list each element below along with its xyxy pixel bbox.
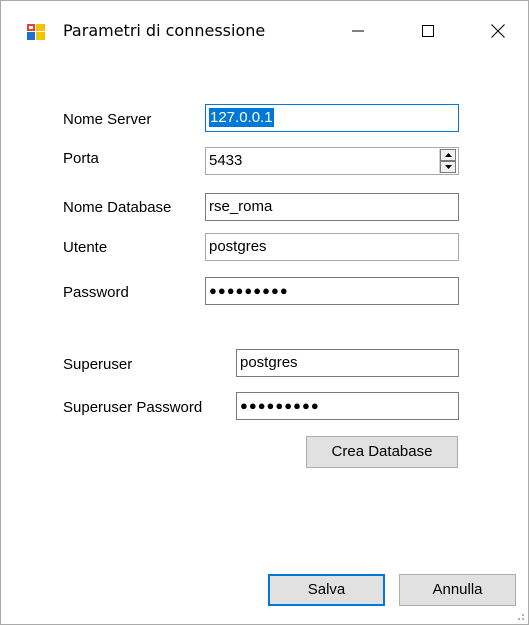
window-title: Parametri di connessione — [63, 21, 266, 40]
superuser-value: postgres — [240, 354, 298, 371]
close-button[interactable] — [475, 13, 521, 49]
superuser-input[interactable]: postgres — [236, 349, 459, 377]
superuser-label: Superuser — [63, 356, 133, 373]
cancel-button[interactable]: Annulla — [399, 574, 516, 606]
minimize-button[interactable] — [335, 13, 381, 49]
app-window-icon — [27, 24, 45, 40]
server-value: 127.0.0.1 — [209, 108, 274, 127]
minimize-icon — [352, 30, 364, 32]
user-input[interactable]: postgres — [205, 233, 459, 261]
port-label: Porta — [63, 150, 99, 167]
maximize-button[interactable] — [405, 13, 451, 49]
save-button[interactable]: Salva — [268, 574, 385, 606]
superuser-password-label: Superuser Password — [63, 399, 203, 416]
title-bar[interactable]: Parametri di connessione — [1, 1, 528, 61]
superuser-password-value: ●●●●●●●●● — [240, 398, 320, 413]
password-value: ●●●●●●●●● — [209, 283, 289, 298]
triangle-down-icon — [444, 165, 452, 169]
spin-down-button[interactable] — [440, 161, 456, 173]
user-label: Utente — [63, 239, 108, 256]
server-input[interactable]: 127.0.0.1 — [205, 104, 459, 132]
connection-dialog: Parametri di connessione Nome Server 127… — [0, 0, 529, 625]
database-value: rse_roma — [209, 198, 273, 215]
triangle-up-icon — [444, 153, 452, 157]
resize-grip-icon[interactable] — [518, 614, 524, 620]
create-database-button[interactable]: Crea Database — [306, 436, 458, 468]
server-label: Nome Server — [63, 111, 152, 128]
close-icon — [491, 24, 505, 38]
superuser-password-input[interactable]: ●●●●●●●●● — [236, 392, 459, 420]
password-label: Password — [63, 284, 129, 301]
user-value: postgres — [209, 238, 267, 255]
database-label: Nome Database — [63, 199, 172, 216]
database-input[interactable]: rse_roma — [205, 193, 459, 221]
port-value: 5433 — [209, 152, 243, 169]
maximize-icon — [422, 25, 434, 37]
password-input[interactable]: ●●●●●●●●● — [205, 277, 459, 305]
port-spin-buttons — [439, 149, 457, 173]
spin-up-button[interactable] — [440, 149, 456, 161]
port-stepper[interactable]: 5433 — [205, 147, 459, 175]
